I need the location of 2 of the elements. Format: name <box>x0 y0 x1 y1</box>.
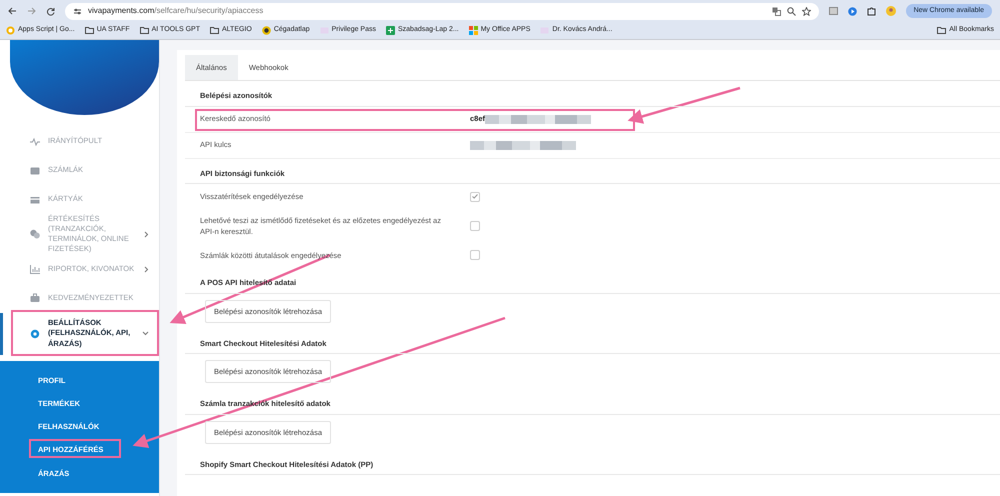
url-text: vivapayments.com/selfcare/hu/security/apiaccess <box>88 5 264 17</box>
address-bar[interactable]: vivapayments.com/selfcare/hu/security/apiaccess <box>65 2 819 20</box>
